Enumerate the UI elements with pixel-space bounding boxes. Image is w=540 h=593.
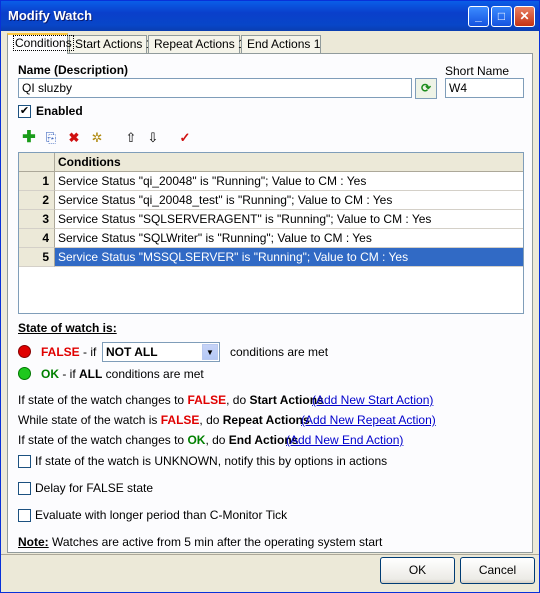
grid-header: Conditions	[19, 153, 523, 172]
row-text: Service Status "MSSQLSERVER" is "Running…	[55, 248, 523, 267]
window-title: Modify Watch	[8, 8, 93, 23]
check-icon[interactable]: ✓	[177, 130, 193, 146]
row-text: Service Status "SQLSERVERAGENT" is "Runn…	[55, 210, 523, 229]
name-input[interactable]: QI sluzby	[18, 78, 412, 98]
move-down-icon[interactable]: ⇩	[145, 130, 161, 146]
row-text: Service Status "qi_20048" is "Running"; …	[55, 172, 523, 191]
delay-false-checkbox[interactable]	[18, 482, 31, 495]
footer-divider	[1, 554, 539, 555]
add-icon[interactable]: ✚	[21, 130, 37, 146]
grid-corner	[19, 153, 55, 172]
row-number: 4	[19, 229, 55, 248]
modify-watch-window: Modify Watch _ □ ✕ Conditions Start Acti…	[0, 0, 540, 593]
row-number: 2	[19, 191, 55, 210]
title-bar[interactable]: Modify Watch _ □ ✕	[1, 1, 539, 31]
name-label: Name (Description)	[18, 63, 129, 77]
ok-condition-label: OK - if ALL conditions are met	[41, 367, 204, 381]
tab-end-actions[interactable]: End Actions 1	[241, 35, 321, 54]
refresh-icon[interactable]: ⟳	[415, 78, 437, 99]
row-number: 5	[19, 248, 55, 267]
add-end-action-link[interactable]: (Add New End Action)	[286, 433, 403, 447]
close-button[interactable]: ✕	[514, 6, 535, 27]
unknown-notify-checkbox[interactable]	[18, 455, 31, 468]
move-up-icon[interactable]: ⇧	[123, 130, 139, 146]
repeat-actions-line: While state of the watch is FALSE, do Re…	[18, 413, 310, 427]
minimize-button[interactable]: _	[468, 6, 489, 27]
tab-conditions[interactable]: Conditions	[7, 33, 74, 54]
state-heading: State of watch is:	[18, 321, 117, 335]
delay-false-label: Delay for FALSE state	[35, 481, 154, 495]
short-name-label: Short Name	[445, 64, 510, 78]
tab-start-actions[interactable]: Start Actions 1	[69, 35, 152, 54]
delete-icon[interactable]: ✖	[66, 130, 82, 146]
enabled-label: Enabled	[36, 104, 83, 118]
grid-header-conditions: Conditions	[58, 155, 121, 169]
false-condition-label: FALSE - if	[41, 345, 97, 359]
tab-repeat-actions[interactable]: Repeat Actions 1	[148, 35, 245, 54]
condition-mode-select[interactable]: NOT ALL ▼	[102, 342, 220, 362]
start-actions-line: If state of the watch changes to FALSE, …	[18, 393, 324, 407]
maximize-button[interactable]: □	[491, 6, 512, 27]
longer-period-label: Evaluate with longer period than C-Monit…	[35, 508, 288, 522]
ok-status-icon	[18, 367, 31, 380]
row-text: Service Status "SQLWriter" is "Running";…	[55, 229, 523, 248]
add-start-action-link[interactable]: (Add New Start Action)	[312, 393, 433, 407]
end-actions-line: If state of the watch changes to OK, do …	[18, 433, 299, 447]
add-repeat-action-link[interactable]: (Add New Repeat Action)	[301, 413, 436, 427]
copy-icon[interactable]: ⎘	[43, 130, 59, 146]
row-text: Service Status "qi_20048_test" is "Runni…	[55, 191, 523, 210]
row-number: 3	[19, 210, 55, 229]
row-number: 1	[19, 172, 55, 191]
conditions-met-label: conditions are met	[230, 345, 329, 359]
longer-period-checkbox[interactable]	[18, 509, 31, 522]
chevron-down-icon[interactable]: ▼	[202, 344, 218, 360]
unknown-notify-label: If state of the watch is UNKNOWN, notify…	[35, 454, 388, 468]
short-name-input[interactable]: W4	[445, 78, 524, 98]
false-status-icon	[18, 345, 31, 358]
conditions-grid: Conditions 1 Service Status "qi_20048" i…	[18, 152, 524, 314]
cancel-button[interactable]: Cancel	[460, 557, 535, 584]
enabled-checkbox[interactable]: ✔	[18, 105, 31, 118]
settings-icon[interactable]: ✲	[89, 130, 105, 146]
ok-button[interactable]: OK	[380, 557, 455, 584]
note-text: Note: Watches are active from 5 min afte…	[18, 535, 383, 549]
